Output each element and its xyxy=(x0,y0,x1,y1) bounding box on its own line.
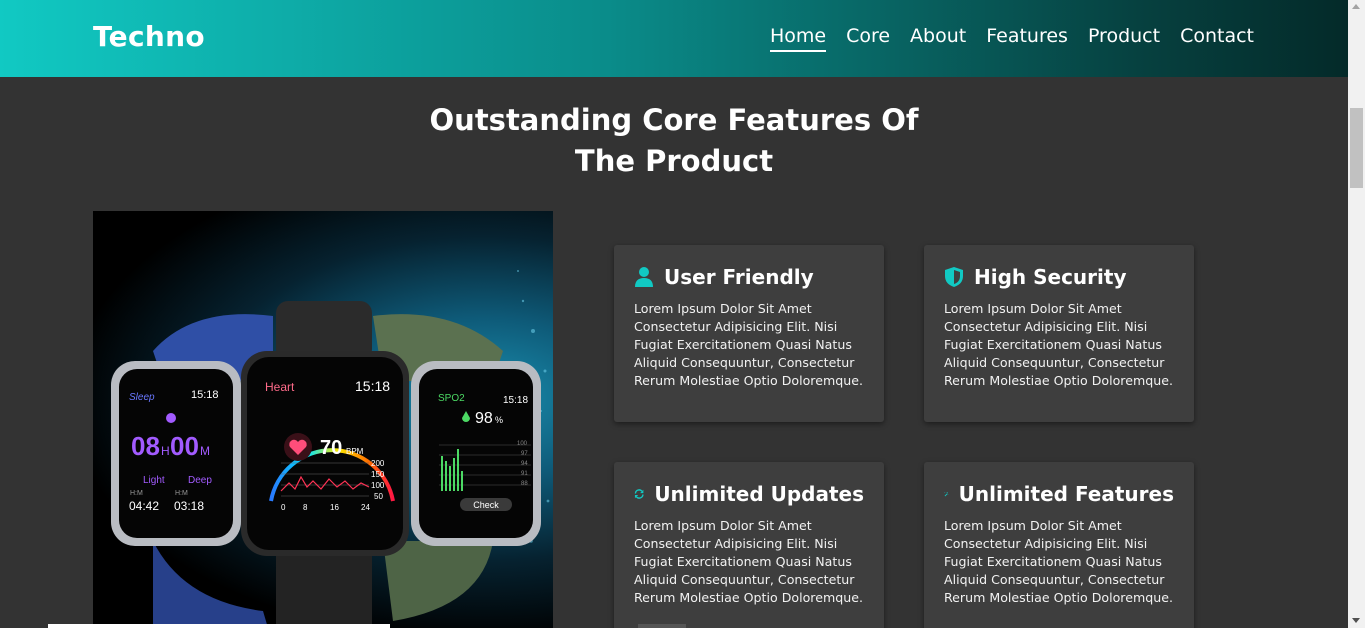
card-title: Unlimited Updates xyxy=(654,482,864,506)
section-title: Outstanding Core Features Of The Product xyxy=(0,100,1348,182)
card-title: High Security xyxy=(974,265,1127,289)
spo2-scale-91: 91 xyxy=(521,471,528,477)
bottom-edge-marker xyxy=(638,624,686,628)
spo2-value: 98 xyxy=(475,410,493,427)
deep-unit-label: H:M xyxy=(175,490,188,497)
nav-link-about[interactable]: About xyxy=(910,25,966,52)
user-icon xyxy=(635,267,653,287)
nav-menu: Home Core About Features Product Contact xyxy=(769,25,1254,52)
left-watch-label: Sleep xyxy=(129,392,155,403)
shield-icon xyxy=(945,267,963,287)
light-label: Light xyxy=(143,475,165,486)
sleep-hours-unit: H xyxy=(161,444,170,458)
center-watch-time: 15:18 xyxy=(355,378,390,394)
right-watch-time: 15:18 xyxy=(503,395,528,406)
spo2-scale-88: 88 xyxy=(521,481,528,487)
spo2-scale-94: 94 xyxy=(521,461,528,467)
navbar: Techno Home Core About Features Product … xyxy=(0,0,1348,77)
brand-logo[interactable]: Techno xyxy=(93,20,205,53)
light-value: 04:42 xyxy=(129,499,159,513)
feature-card-user-friendly: User Friendly Lorem Ipsum Dolor Sit Amet… xyxy=(614,245,884,422)
scroll-down-arrow-icon[interactable] xyxy=(1352,618,1360,623)
nav-link-contact[interactable]: Contact xyxy=(1180,25,1254,52)
hr-scale-150: 150 xyxy=(371,470,385,479)
right-watch-label: SPO2 xyxy=(438,393,465,404)
hr-scale-50: 50 xyxy=(374,492,383,501)
nav-link-home[interactable]: Home xyxy=(769,25,827,52)
card-header: Unlimited Features xyxy=(944,482,1174,506)
bpm-value: 70 xyxy=(320,437,342,459)
nav-link-product[interactable]: Product xyxy=(1088,25,1160,52)
feature-card-unlimited-updates: Unlimited Updates Lorem Ipsum Dolor Sit … xyxy=(614,462,884,628)
card-header: User Friendly xyxy=(634,265,864,289)
left-watch-time: 15:18 xyxy=(191,389,219,401)
section-title-line1: Outstanding Core Features Of xyxy=(429,103,919,137)
feature-card-unlimited-features: Unlimited Features Lorem Ipsum Dolor Sit… xyxy=(924,462,1194,628)
scrollbar-thumb[interactable] xyxy=(1350,108,1363,188)
scroll-up-arrow-icon[interactable] xyxy=(1352,4,1360,9)
card-text: Lorem Ipsum Dolor Sit Amet Consectetur A… xyxy=(944,301,1173,388)
deep-value: 03:18 xyxy=(174,499,204,513)
deep-label: Deep xyxy=(188,475,212,486)
hr-axis-0: 0 xyxy=(281,503,286,512)
bpm-unit: BPM xyxy=(346,447,364,456)
spo2-check-button: Check xyxy=(473,500,499,510)
hr-axis-24: 24 xyxy=(361,503,370,512)
spo2-unit: % xyxy=(495,415,503,425)
vertical-scrollbar[interactable] xyxy=(1348,0,1365,628)
card-text: Lorem Ipsum Dolor Sit Amet Consectetur A… xyxy=(634,518,863,605)
nav-link-features[interactable]: Features xyxy=(986,25,1068,52)
sleep-minutes: 00 xyxy=(170,431,199,461)
hr-axis-8: 8 xyxy=(303,503,308,512)
spo2-scale-100: 100 xyxy=(517,441,528,447)
card-header: High Security xyxy=(944,265,1174,289)
card-header: Unlimited Updates xyxy=(634,482,864,506)
nav-link-core[interactable]: Core xyxy=(846,25,890,52)
refresh-icon xyxy=(634,489,644,499)
hr-scale-100: 100 xyxy=(371,481,385,490)
card-text: Lorem Ipsum Dolor Sit Amet Consectetur A… xyxy=(634,301,863,388)
center-watch-label: Heart xyxy=(265,380,295,394)
spo2-scale-97: 97 xyxy=(521,451,528,457)
card-text: Lorem Ipsum Dolor Sit Amet Consectetur A… xyxy=(944,518,1173,605)
sleep-hours: 08 xyxy=(131,431,160,461)
sleep-minutes-unit: M xyxy=(200,444,210,458)
hr-scale-200: 200 xyxy=(371,459,385,468)
section-title-line2: The Product xyxy=(574,144,774,178)
feature-card-high-security: High Security Lorem Ipsum Dolor Sit Amet… xyxy=(924,245,1194,422)
card-title: User Friendly xyxy=(664,265,814,289)
magic-wand-icon xyxy=(944,491,949,497)
card-title: Unlimited Features xyxy=(958,482,1174,506)
smartwatch-product-image: Sleep 15:18 08 H 00 M Light Deep H:M H:M… xyxy=(93,211,553,628)
hr-axis-16: 16 xyxy=(330,503,339,512)
light-unit-label: H:M xyxy=(130,490,143,497)
bottom-edge-strip xyxy=(48,624,390,628)
